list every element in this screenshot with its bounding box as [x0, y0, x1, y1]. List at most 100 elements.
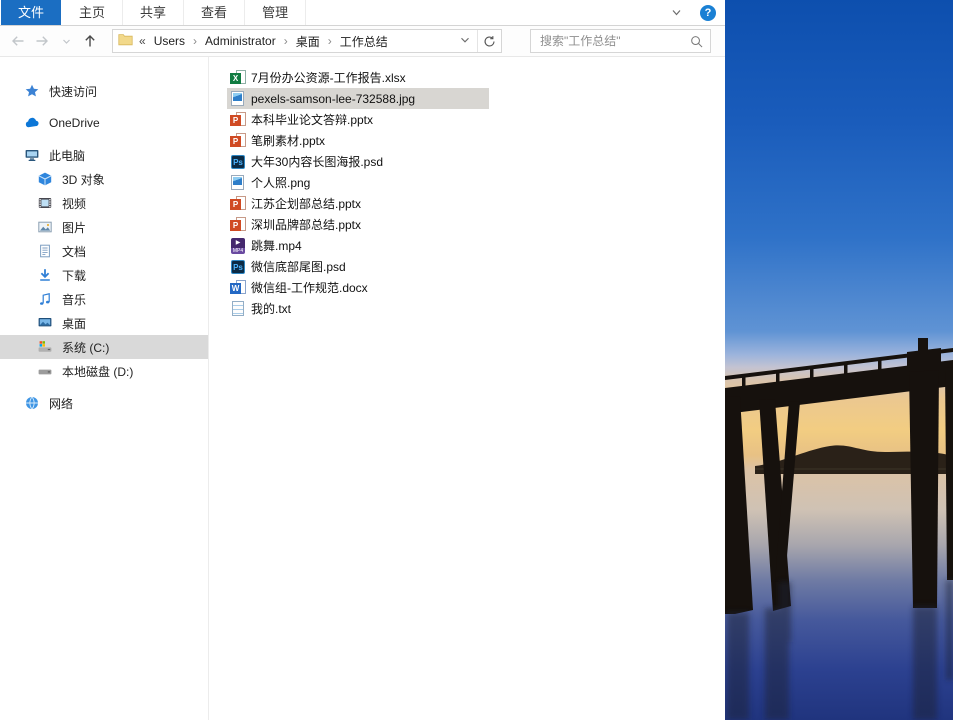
- sidebar-item-label: 视频: [62, 195, 86, 212]
- videos-film-icon: [37, 195, 53, 211]
- navigation-bar: « Users › Administrator › 桌面 › 工作总结: [0, 26, 725, 57]
- refresh-icon[interactable]: [477, 30, 501, 52]
- tab-share[interactable]: 共享: [123, 0, 184, 25]
- desktop-wallpaper[interactable]: [725, 0, 953, 720]
- sidebar-item-label: 桌面: [62, 315, 86, 332]
- file-name: pexels-samson-lee-732588.jpg: [251, 92, 415, 106]
- file-row[interactable]: 笔刷素材.pptx: [227, 130, 489, 151]
- navigation-pane: 快速访问 OneDrive 此电脑 3D 对象: [0, 57, 209, 720]
- photoshop-file-icon: [230, 259, 246, 275]
- file-name: 我的.txt: [251, 300, 291, 317]
- file-name: 个人照.png: [251, 174, 310, 191]
- ribbon-tab-bar: 文件 主页 共享 查看 管理 ?: [0, 0, 725, 26]
- file-name: 跳舞.mp4: [251, 237, 302, 254]
- sidebar-item-label: 网络: [49, 395, 73, 412]
- powerpoint-file-icon: [230, 133, 246, 149]
- quick-access-star-icon: [24, 83, 40, 99]
- file-row[interactable]: 微信组-工作规范.docx: [227, 277, 489, 298]
- file-row[interactable]: 7月份办公资源-工作报告.xlsx: [227, 67, 489, 88]
- sidebar-item-label: 本地磁盘 (D:): [62, 363, 133, 380]
- up-icon[interactable]: [78, 29, 102, 53]
- sidebar-item-videos[interactable]: 视频: [0, 191, 208, 215]
- sidebar-item-quick-access[interactable]: 快速访问: [0, 79, 208, 103]
- address-bar[interactable]: « Users › Administrator › 桌面 › 工作总结: [112, 29, 502, 53]
- explorer-content: 快速访问 OneDrive 此电脑 3D 对象: [0, 57, 725, 720]
- file-row[interactable]: 个人照.png: [227, 172, 489, 193]
- file-row-selected[interactable]: pexels-samson-lee-732588.jpg: [227, 88, 489, 109]
- system-drive-icon: [37, 339, 53, 355]
- sidebar-item-drive-d[interactable]: 本地磁盘 (D:): [0, 359, 208, 383]
- pier-silhouette: [725, 0, 953, 720]
- sidebar-item-label: OneDrive: [49, 116, 100, 130]
- sidebar-item-label: 此电脑: [49, 147, 85, 164]
- folder-icon: [118, 33, 133, 49]
- sidebar-item-drive-c[interactable]: 系统 (C:): [0, 335, 208, 359]
- search-input[interactable]: [531, 34, 690, 48]
- tab-view[interactable]: 查看: [184, 0, 245, 25]
- sidebar-item-music[interactable]: 音乐: [0, 287, 208, 311]
- tab-home[interactable]: 主页: [62, 0, 123, 25]
- sidebar-item-documents[interactable]: 文档: [0, 239, 208, 263]
- excel-file-icon: [230, 70, 246, 86]
- file-explorer-window: 文件 主页 共享 查看 管理 ? « Users: [0, 0, 725, 720]
- address-dropdown-chevron-icon[interactable]: [453, 34, 477, 48]
- file-list: 7月份办公资源-工作报告.xlsx pexels-samson-lee-7325…: [209, 57, 725, 720]
- documents-page-icon: [37, 243, 53, 259]
- file-row[interactable]: 江苏企划部总结.pptx: [227, 193, 489, 214]
- breadcrumb-separator: ›: [189, 34, 201, 48]
- file-name: 深圳品牌部总结.pptx: [251, 216, 361, 233]
- forward-icon[interactable]: [30, 29, 54, 53]
- image-file-icon: [230, 91, 246, 107]
- music-note-icon: [37, 291, 53, 307]
- sidebar-item-pictures[interactable]: 图片: [0, 215, 208, 239]
- breadcrumb-desktop[interactable]: 桌面: [292, 33, 324, 50]
- breadcrumb-work-summary[interactable]: 工作总结: [336, 33, 392, 50]
- ribbon-collapse-chevron-icon[interactable]: [671, 7, 682, 18]
- this-pc-monitor-icon: [24, 147, 40, 163]
- sidebar-item-downloads[interactable]: 下载: [0, 263, 208, 287]
- file-name: 笔刷素材.pptx: [251, 132, 325, 149]
- powerpoint-file-icon: [230, 217, 246, 233]
- file-row[interactable]: 跳舞.mp4: [227, 235, 489, 256]
- 3d-cube-icon: [37, 171, 53, 187]
- recent-locations-chevron-icon[interactable]: [54, 29, 78, 53]
- breadcrumb-separator: ›: [280, 34, 292, 48]
- sidebar-item-3d-objects[interactable]: 3D 对象: [0, 167, 208, 191]
- tab-file[interactable]: 文件: [1, 0, 61, 25]
- sidebar-item-network[interactable]: 网络: [0, 391, 208, 415]
- search-icon[interactable]: [690, 35, 710, 48]
- pictures-frame-icon: [37, 219, 53, 235]
- sidebar-item-this-pc[interactable]: 此电脑: [0, 143, 208, 167]
- sidebar-item-label: 下载: [62, 267, 86, 284]
- file-name: 微信底部尾图.psd: [251, 258, 346, 275]
- sidebar-item-label: 系统 (C:): [62, 339, 109, 356]
- file-row[interactable]: 我的.txt: [227, 298, 489, 319]
- sidebar-item-label: 快速访问: [49, 83, 97, 100]
- powerpoint-file-icon: [230, 196, 246, 212]
- mp4-file-icon: [230, 238, 246, 254]
- file-name: 微信组-工作规范.docx: [251, 279, 368, 296]
- sidebar-item-label: 音乐: [62, 291, 86, 308]
- file-row[interactable]: 本科毕业论文答辩.pptx: [227, 109, 489, 130]
- sidebar-item-desktop[interactable]: 桌面: [0, 311, 208, 335]
- powerpoint-file-icon: [230, 112, 246, 128]
- text-file-icon: [230, 301, 246, 317]
- desktop-monitor-icon: [37, 315, 53, 331]
- back-icon[interactable]: [6, 29, 30, 53]
- breadcrumb-users[interactable]: Users: [150, 34, 189, 48]
- word-file-icon: [230, 280, 246, 296]
- file-row[interactable]: 大年30内容长图海报.psd: [227, 151, 489, 172]
- onedrive-cloud-icon: [24, 115, 40, 131]
- breadcrumb-overflow[interactable]: «: [139, 34, 146, 48]
- file-row[interactable]: 深圳品牌部总结.pptx: [227, 214, 489, 235]
- downloads-arrow-icon: [37, 267, 53, 283]
- local-disk-icon: [37, 363, 53, 379]
- file-name: 江苏企划部总结.pptx: [251, 195, 361, 212]
- help-icon[interactable]: ?: [700, 5, 716, 21]
- breadcrumb-administrator[interactable]: Administrator: [201, 34, 280, 48]
- file-row[interactable]: 微信底部尾图.psd: [227, 256, 489, 277]
- sidebar-item-label: 图片: [62, 219, 86, 236]
- tab-manage[interactable]: 管理: [245, 0, 306, 25]
- photoshop-file-icon: [230, 154, 246, 170]
- sidebar-item-onedrive[interactable]: OneDrive: [0, 111, 208, 135]
